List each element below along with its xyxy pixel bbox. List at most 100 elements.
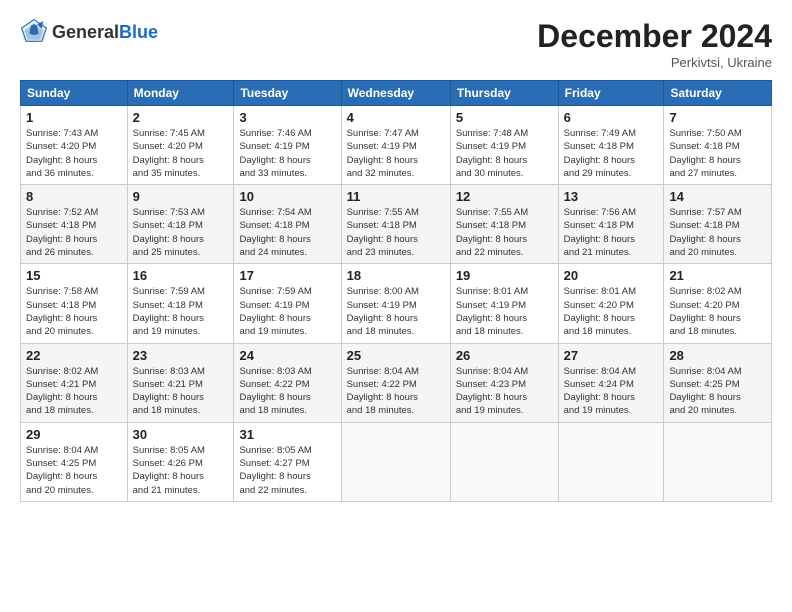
day-info: Sunrise: 7:50 AMSunset: 4:18 PMDaylight:… [669, 127, 766, 180]
calendar-cell: 7 Sunrise: 7:50 AMSunset: 4:18 PMDaylight… [664, 106, 772, 185]
calendar-week-row: 29 Sunrise: 8:04 AMSunset: 4:25 PMDayligh… [21, 422, 772, 501]
calendar-cell: 14Sunrise: 7:57 AMSunset: 4:18 PMDayligh… [664, 185, 772, 264]
calendar-week-row: 1 Sunrise: 7:43 AMSunset: 4:20 PMDaylight… [21, 106, 772, 185]
calendar-cell: 23 Sunrise: 8:03 AMSunset: 4:21 PMDayligh… [127, 343, 234, 422]
day-number: 20 [564, 268, 659, 283]
calendar-cell: 10 Sunrise: 7:54 AMSunset: 4:18 PMDayligh… [234, 185, 341, 264]
day-info: Sunrise: 8:04 AMSunset: 4:25 PMDaylight:… [26, 444, 122, 497]
calendar-cell: 17 Sunrise: 7:59 AMSunset: 4:19 PMDayligh… [234, 264, 341, 343]
day-info: Sunrise: 8:02 AMSunset: 4:21 PMDaylight:… [26, 365, 122, 418]
calendar-cell: 28 Sunrise: 8:04 AMSunset: 4:25 PMDayligh… [664, 343, 772, 422]
day-info: Sunrise: 8:03 AMSunset: 4:21 PMDaylight:… [133, 365, 229, 418]
day-number: 30 [133, 427, 229, 442]
day-info: Sunrise: 8:04 AMSunset: 4:23 PMDaylight:… [456, 365, 553, 418]
col-friday: Friday [558, 81, 664, 106]
calendar-cell: 22Sunrise: 8:02 AMSunset: 4:21 PMDayligh… [21, 343, 128, 422]
day-info: Sunrise: 8:03 AMSunset: 4:22 PMDaylight:… [239, 365, 335, 418]
title-block: December 2024 Perkivtsi, Ukraine [537, 18, 772, 70]
col-saturday: Saturday [664, 81, 772, 106]
day-info: Sunrise: 7:59 AMSunset: 4:18 PMDaylight:… [133, 285, 229, 338]
calendar-cell [664, 422, 772, 501]
day-info: Sunrise: 7:55 AMSunset: 4:18 PMDaylight:… [456, 206, 553, 259]
calendar-cell: 15 Sunrise: 7:58 AMSunset: 4:18 PMDayligh… [21, 264, 128, 343]
day-info: Sunrise: 7:57 AMSunset: 4:18 PMDaylight:… [669, 206, 766, 259]
day-number: 25 [347, 348, 445, 363]
calendar-cell [558, 422, 664, 501]
day-number: 31 [239, 427, 335, 442]
calendar-cell: 20 Sunrise: 8:01 AMSunset: 4:20 PMDayligh… [558, 264, 664, 343]
day-number: 7 [669, 110, 766, 125]
day-number: 11 [347, 189, 445, 204]
day-info: Sunrise: 8:04 AMSunset: 4:24 PMDaylight:… [564, 365, 659, 418]
calendar-header: Sunday Monday Tuesday Wednesday Thursday… [21, 81, 772, 106]
calendar-cell: 5 Sunrise: 7:48 AMSunset: 4:19 PMDaylight… [450, 106, 558, 185]
day-info: Sunrise: 8:00 AMSunset: 4:19 PMDaylight:… [347, 285, 445, 338]
day-number: 17 [239, 268, 335, 283]
day-number: 1 [26, 110, 122, 125]
day-info: Sunrise: 7:48 AMSunset: 4:19 PMDaylight:… [456, 127, 553, 180]
calendar-body: 1 Sunrise: 7:43 AMSunset: 4:20 PMDaylight… [21, 106, 772, 502]
day-info: Sunrise: 7:46 AMSunset: 4:19 PMDaylight:… [239, 127, 335, 180]
calendar-cell: 19Sunrise: 8:01 AMSunset: 4:19 PMDayligh… [450, 264, 558, 343]
col-monday: Monday [127, 81, 234, 106]
day-info: Sunrise: 7:54 AMSunset: 4:18 PMDaylight:… [239, 206, 335, 259]
calendar-cell: 13 Sunrise: 7:56 AMSunset: 4:18 PMDayligh… [558, 185, 664, 264]
day-info: Sunrise: 8:05 AMSunset: 4:26 PMDaylight:… [133, 444, 229, 497]
day-number: 5 [456, 110, 553, 125]
day-info: Sunrise: 7:45 AMSunset: 4:20 PMDaylight:… [133, 127, 229, 180]
day-info: Sunrise: 8:01 AMSunset: 4:20 PMDaylight:… [564, 285, 659, 338]
day-info: Sunrise: 7:58 AMSunset: 4:18 PMDaylight:… [26, 285, 122, 338]
day-number: 28 [669, 348, 766, 363]
day-info: Sunrise: 8:02 AMSunset: 4:20 PMDaylight:… [669, 285, 766, 338]
calendar-table: Sunday Monday Tuesday Wednesday Thursday… [20, 80, 772, 502]
calendar-week-row: 22Sunrise: 8:02 AMSunset: 4:21 PMDayligh… [21, 343, 772, 422]
calendar-cell: 1 Sunrise: 7:43 AMSunset: 4:20 PMDaylight… [21, 106, 128, 185]
page: General Blue December 2024 Perkivtsi, Uk… [0, 0, 792, 512]
day-number: 3 [239, 110, 335, 125]
calendar-cell: 11Sunrise: 7:55 AMSunset: 4:18 PMDayligh… [341, 185, 450, 264]
day-info: Sunrise: 7:47 AMSunset: 4:19 PMDaylight:… [347, 127, 445, 180]
day-number: 27 [564, 348, 659, 363]
calendar-cell [450, 422, 558, 501]
day-info: Sunrise: 8:04 AMSunset: 4:25 PMDaylight:… [669, 365, 766, 418]
calendar-cell: 27 Sunrise: 8:04 AMSunset: 4:24 PMDayligh… [558, 343, 664, 422]
day-number: 2 [133, 110, 229, 125]
day-number: 9 [133, 189, 229, 204]
day-number: 23 [133, 348, 229, 363]
day-number: 4 [347, 110, 445, 125]
day-number: 10 [239, 189, 335, 204]
day-number: 13 [564, 189, 659, 204]
day-number: 6 [564, 110, 659, 125]
calendar-cell: 26 Sunrise: 8:04 AMSunset: 4:23 PMDayligh… [450, 343, 558, 422]
day-info: Sunrise: 7:49 AMSunset: 4:18 PMDaylight:… [564, 127, 659, 180]
day-number: 21 [669, 268, 766, 283]
col-tuesday: Tuesday [234, 81, 341, 106]
calendar-cell: 9 Sunrise: 7:53 AMSunset: 4:18 PMDaylight… [127, 185, 234, 264]
day-info: Sunrise: 7:53 AMSunset: 4:18 PMDaylight:… [133, 206, 229, 259]
day-info: Sunrise: 7:59 AMSunset: 4:19 PMDaylight:… [239, 285, 335, 338]
day-info: Sunrise: 7:56 AMSunset: 4:18 PMDaylight:… [564, 206, 659, 259]
day-number: 16 [133, 268, 229, 283]
calendar-cell: 21 Sunrise: 8:02 AMSunset: 4:20 PMDayligh… [664, 264, 772, 343]
calendar-cell: 18Sunrise: 8:00 AMSunset: 4:19 PMDayligh… [341, 264, 450, 343]
day-number: 24 [239, 348, 335, 363]
day-number: 15 [26, 268, 122, 283]
calendar-cell: 8Sunrise: 7:52 AMSunset: 4:18 PMDaylight… [21, 185, 128, 264]
calendar-cell: 25Sunrise: 8:04 AMSunset: 4:22 PMDayligh… [341, 343, 450, 422]
logo-blue: Blue [119, 22, 158, 43]
page-subtitle: Perkivtsi, Ukraine [537, 55, 772, 70]
col-sunday: Sunday [21, 81, 128, 106]
day-number: 26 [456, 348, 553, 363]
day-number: 29 [26, 427, 122, 442]
header: General Blue December 2024 Perkivtsi, Uk… [20, 18, 772, 70]
day-info: Sunrise: 8:05 AMSunset: 4:27 PMDaylight:… [239, 444, 335, 497]
calendar-cell: 16 Sunrise: 7:59 AMSunset: 4:18 PMDayligh… [127, 264, 234, 343]
page-title: December 2024 [537, 18, 772, 55]
day-number: 12 [456, 189, 553, 204]
logo: General Blue [20, 18, 158, 46]
logo-general: General [52, 22, 119, 43]
day-number: 8 [26, 189, 122, 204]
calendar-cell: 2 Sunrise: 7:45 AMSunset: 4:20 PMDaylight… [127, 106, 234, 185]
day-info: Sunrise: 7:43 AMSunset: 4:20 PMDaylight:… [26, 127, 122, 180]
calendar-week-row: 8Sunrise: 7:52 AMSunset: 4:18 PMDaylight… [21, 185, 772, 264]
